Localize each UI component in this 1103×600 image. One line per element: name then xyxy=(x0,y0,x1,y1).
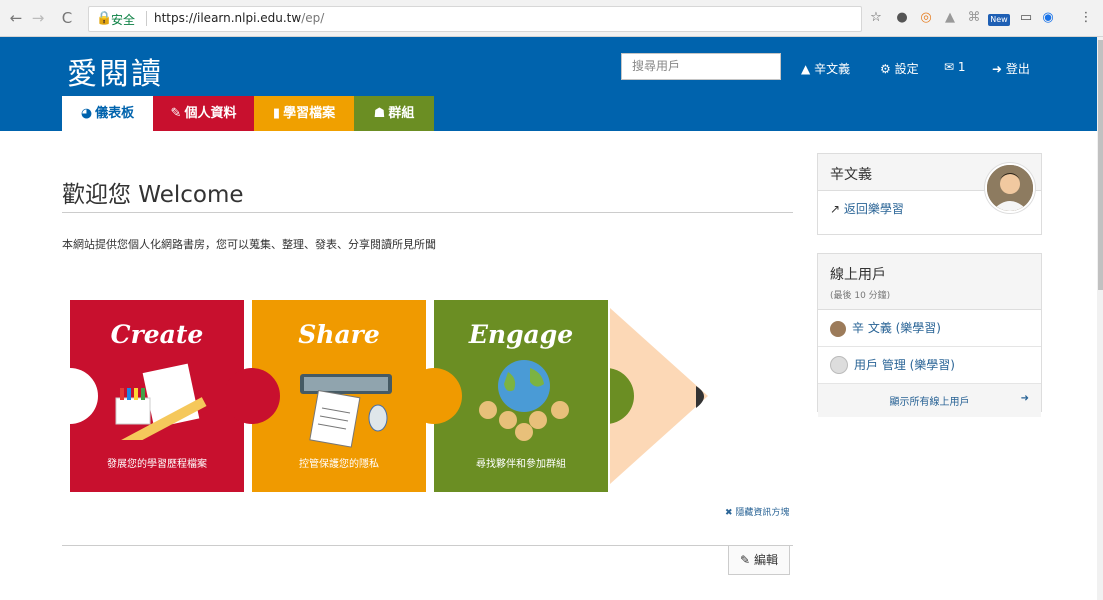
message-count: 1 xyxy=(957,60,966,74)
messages-link[interactable]: ✉ 1 xyxy=(944,60,966,74)
share-title: Share xyxy=(298,320,380,349)
scrollbar-thumb[interactable] xyxy=(1098,40,1103,290)
online-user-row[interactable]: 辛 文義 (樂學習) xyxy=(818,310,1041,347)
tab-label: 學習檔案 xyxy=(283,106,336,121)
globe-people-illustration xyxy=(479,360,569,441)
online-users-header: 線上用戶 (最後 10 分鐘) xyxy=(818,254,1041,310)
site-description: 本網站提供您個人化網路書房，您可以蒐集、整理、發表、分享閱讀所見所聞 xyxy=(62,238,436,251)
user-search-input[interactable]: 搜尋用戶 xyxy=(621,53,781,80)
puzzle-notch xyxy=(42,368,98,424)
tab-label: 個人資料 xyxy=(184,106,237,121)
online-user-name[interactable]: 辛 文義 (樂學習) xyxy=(852,321,941,335)
url-text[interactable]: https://ilearn.nlpi.edu.tw/ep/ xyxy=(154,11,324,25)
tab-learning-files[interactable]: ▮ 學習檔案 xyxy=(254,96,354,131)
online-users-card: 線上用戶 (最後 10 分鐘) 辛 文義 (樂學習) 用戶 管理 (樂學習) 顯… xyxy=(817,253,1042,417)
lock-icon: 🔒 xyxy=(96,11,113,26)
content-divider xyxy=(62,545,793,546)
share-caption: 控管保護您的隱私 xyxy=(299,459,379,470)
browser-toolbar: ← → C 🔒 安全 https://ilearn.nlpi.edu.tw/ep… xyxy=(0,0,1103,37)
new-badge-icon[interactable]: New xyxy=(988,14,1010,26)
online-users-subtitle: (最後 10 分鐘) xyxy=(830,291,891,301)
logout-label: 登出 xyxy=(1005,62,1030,76)
drawing-tools-illustration xyxy=(115,363,207,440)
show-all-online-users[interactable]: 顯示所有線上用戶 ➜ xyxy=(818,384,1041,417)
user-avatar-icon xyxy=(830,356,848,374)
engage-title: Engage xyxy=(468,320,574,349)
extension-icon[interactable]: ▭ xyxy=(1018,10,1034,26)
address-separator xyxy=(146,11,147,26)
keyboard-illustration xyxy=(300,374,392,448)
page-title: 歡迎您 Welcome xyxy=(62,182,244,208)
settings-link[interactable]: ⚙ 設定 xyxy=(880,60,919,77)
tab-label: 儀表板 xyxy=(95,106,135,121)
external-link-icon: ↗ xyxy=(830,202,841,216)
tab-profile[interactable]: ✎ 個人資料 xyxy=(153,96,254,131)
bookmark-star-icon[interactable]: ☆ xyxy=(868,10,884,26)
user-icon: ▲ xyxy=(801,62,811,76)
logout-icon: ➜ xyxy=(992,62,1003,76)
online-user-row[interactable]: 用戶 管理 (樂學習) xyxy=(818,347,1041,384)
user-menu[interactable]: ▲ 辛文義 xyxy=(801,60,850,77)
engage-caption: 尋找夥伴和參加群組 xyxy=(476,459,566,470)
online-user-name[interactable]: 用戶 管理 (樂學習) xyxy=(854,358,955,372)
return-link[interactable]: 返回樂學習 xyxy=(844,202,904,216)
pencil-icon: ✎ xyxy=(740,553,751,567)
arrow-circle-icon: ➜ xyxy=(1020,393,1029,404)
extension-icon[interactable]: ◉ xyxy=(1040,10,1056,26)
extension-icon[interactable]: ● xyxy=(894,10,910,26)
pencil-tip-graphic xyxy=(610,308,708,484)
dashboard-icon: ◕ xyxy=(80,106,93,121)
envelope-icon: ✉ xyxy=(944,60,955,74)
info-puzzle-banner: Create 發展您的學習歷程檔案 Share 控管保護您的隱私 Engage … xyxy=(42,300,708,492)
gear-icon: ⚙ xyxy=(880,62,891,76)
profile-photo xyxy=(987,165,1033,211)
site-header: 愛閱讀 搜尋用戶 ▲ 辛文義 ⚙ 設定 ✉ 1 ➜ 登出 ◕ 儀表板 ✎ 個人資料 … xyxy=(0,37,1097,131)
menu-icon[interactable]: ⋮ xyxy=(1078,10,1094,26)
url-host: https://ilearn.nlpi.edu.tw xyxy=(154,11,302,25)
user-name: 辛文義 xyxy=(814,62,851,76)
extension-icon[interactable]: ⌘ xyxy=(966,10,982,26)
puzzle-connector xyxy=(406,368,462,424)
secure-label: 安全 xyxy=(111,13,136,27)
tab-label: 群組 xyxy=(388,106,415,121)
logout-link[interactable]: ➜ 登出 xyxy=(992,60,1030,77)
show-all-label[interactable]: 顯示所有線上用戶 xyxy=(890,397,970,408)
forward-icon[interactable]: → xyxy=(28,8,48,28)
reload-icon[interactable]: C xyxy=(57,8,77,28)
hide-info-block-link[interactable]: ✖ 隱藏資訊方塊 xyxy=(725,505,789,518)
create-title: Create xyxy=(110,320,204,349)
drive-icon[interactable]: ▲ xyxy=(942,10,958,26)
edit-label: 編輯 xyxy=(753,553,778,567)
create-caption: 發展您的學習歷程檔案 xyxy=(107,459,207,470)
users-icon: ☗ xyxy=(373,106,386,121)
site-logo[interactable]: 愛閱讀 xyxy=(67,49,163,93)
avatar[interactable] xyxy=(985,163,1035,213)
file-icon: ▮ xyxy=(272,106,281,121)
extension-icon[interactable]: ◎ xyxy=(918,10,934,26)
title-divider xyxy=(62,212,793,213)
puzzle-connector xyxy=(224,368,280,424)
user-avatar-icon xyxy=(830,320,846,337)
edit-icon: ✎ xyxy=(170,106,182,121)
address-bar[interactable]: 🔒 安全 https://ilearn.nlpi.edu.tw/ep/ xyxy=(88,6,862,32)
tab-dashboard[interactable]: ◕ 儀表板 xyxy=(62,96,153,131)
settings-label: 設定 xyxy=(894,62,919,76)
tab-groups[interactable]: ☗ 群組 xyxy=(354,96,434,131)
back-icon[interactable]: ← xyxy=(6,8,26,28)
online-users-title: 線上用戶 xyxy=(830,267,886,283)
url-path: /ep/ xyxy=(301,11,325,25)
edit-button[interactable]: ✎ 編輯 xyxy=(728,545,790,575)
